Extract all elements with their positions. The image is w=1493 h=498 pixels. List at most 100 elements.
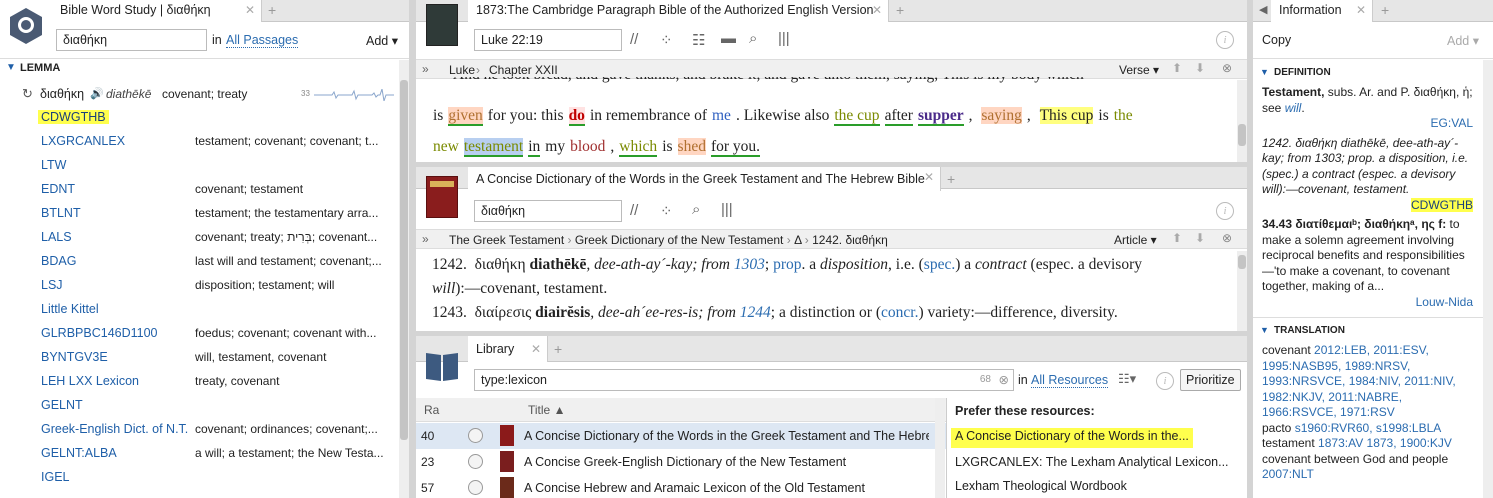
tab-information[interactable]: Information ✕ (1271, 0, 1373, 22)
lemma-resource-row[interactable]: GLRBPBC146D1100 foedus; covenant; covenan… (0, 322, 398, 346)
resource-abbrev[interactable]: BYNTGV3E (41, 350, 108, 364)
bible-word[interactable]: is (433, 107, 443, 124)
search-icon[interactable]: ⌕ (749, 30, 757, 47)
speaker-icon[interactable]: 🔊 (90, 87, 104, 100)
tab-library[interactable]: Library ✕ (468, 336, 548, 362)
resource-abbrev[interactable]: LSJ (41, 278, 63, 292)
resource-abbrev[interactable]: LEH LXX Lexicon (41, 374, 139, 388)
abbr-link-concr[interactable]: concr. (881, 304, 918, 321)
lemma-resource-row[interactable]: EDNT covenant; testament (0, 178, 398, 202)
prioritize-button[interactable]: Prioritize (1180, 369, 1241, 391)
passages-dropdown[interactable]: All Passages (226, 33, 299, 48)
expand-icon[interactable]: » (422, 62, 429, 76)
bible-word[interactable]: given (448, 107, 483, 126)
expand-icon[interactable]: » (422, 232, 429, 246)
up-arrow-icon[interactable]: ⬆ (1172, 61, 1182, 75)
lemma-resource-row[interactable]: GELNT (0, 394, 398, 418)
resource-abbrev[interactable]: Little Kittel (41, 302, 99, 316)
bible-word[interactable]: blood (570, 138, 605, 155)
resource-abbrev[interactable]: Greek-English Dict. of N.T. (41, 422, 188, 436)
lemma-resource-row[interactable]: BDAG last will and testament; covenant;..… (0, 250, 398, 274)
def-source-egval[interactable]: EG:VAL (1431, 116, 1473, 130)
bible-word[interactable]: is (662, 138, 672, 155)
visual-filters-icon[interactable]: ⁘ (660, 202, 673, 220)
add-dropdown[interactable]: Add ▾ (366, 33, 398, 48)
abbr-link-prop[interactable]: prop (773, 256, 801, 273)
lemma-resource-row[interactable]: LEH LXX Lexicon treaty, covenant (0, 370, 398, 394)
bible-word[interactable]: the (1114, 107, 1133, 124)
close-icon[interactable]: ✕ (924, 170, 934, 184)
up-arrow-icon[interactable]: ⬆ (1172, 231, 1182, 245)
tab-bible[interactable]: 1873:The Cambridge Paragraph Bible of th… (468, 0, 889, 22)
word-study-input[interactable]: διαθήκη (56, 29, 207, 51)
clear-icon[interactable]: ⊗ (999, 372, 1009, 387)
close-icon[interactable]: ⊗ (1222, 61, 1232, 75)
lemma-resource-row[interactable]: BYNTGV3E will, testament, covenant (0, 346, 398, 370)
panel-menu-icon[interactable]: ▬ (721, 30, 736, 47)
refresh-icon[interactable]: ↻ (22, 86, 33, 102)
layout-icon[interactable]: ☷ (692, 31, 705, 49)
library-row[interactable]: 57 A Concise Hebrew and Aramaic Lexicon o… (416, 475, 946, 498)
priority-radio[interactable] (468, 454, 483, 469)
def-link-will[interactable]: will (1285, 101, 1302, 115)
bible-word[interactable]: saying (981, 107, 1022, 124)
lemma-resource-row[interactable]: BTLNT testament; the testamentary arra... (0, 202, 398, 226)
def-source-louwnida[interactable]: Louw-Nida (1416, 295, 1473, 309)
row-title[interactable]: A Concise Greek-English Dictionary of th… (524, 455, 929, 469)
bible-word[interactable]: , (610, 138, 614, 155)
dictionary-input[interactable]: διαθήκη (474, 200, 622, 222)
priority-radio[interactable] (468, 480, 483, 495)
bible-word[interactable]: in (528, 138, 541, 157)
library-row[interactable]: 23 A Concise Greek-English Dictionary of … (416, 449, 946, 475)
info-icon[interactable]: i (1216, 31, 1234, 49)
translation-refs[interactable]: 1873:AV 1873, 1900:KJV (1318, 436, 1452, 450)
priority-radio[interactable] (468, 428, 483, 443)
add-tab-icon[interactable]: + (554, 341, 562, 357)
column-title[interactable]: Title ▲ (528, 403, 565, 417)
lemma-resource-row[interactable]: LALS covenant; treaty; בְּרִית; covenant.… (0, 226, 398, 250)
resource-abbrev[interactable]: GELNT (41, 398, 83, 412)
tab-word-study[interactable]: Bible Word Study | διαθήκη ✕ (52, 0, 262, 22)
down-arrow-icon[interactable]: ⬇ (1195, 61, 1205, 75)
resource-abbrev[interactable]: EDNT (41, 182, 75, 196)
lemma-greek[interactable]: διαθήκη (40, 87, 84, 101)
resource-abbrev[interactable]: GELNT:ALBA (41, 446, 117, 460)
add-tab-icon[interactable]: + (268, 2, 276, 18)
parallel-icon[interactable]: // (630, 31, 638, 48)
bible-word[interactable]: which (619, 138, 658, 157)
information-scrollbar[interactable] (1483, 60, 1493, 498)
library-row[interactable]: 40 A Concise Dictionary of the Words in t… (416, 423, 946, 449)
word-study-scroll-thumb[interactable] (400, 80, 408, 440)
bible-word[interactable]: shed (677, 138, 706, 155)
translation-refs[interactable]: 2007:NLT (1262, 467, 1314, 481)
resource-abbrev[interactable]: IGEL (41, 470, 70, 484)
def-source-cdwgthb[interactable]: CDWGTHB (1411, 197, 1473, 212)
lemma-resource-row[interactable]: Little Kittel (0, 298, 398, 322)
search-icon[interactable]: ⌕ (692, 201, 700, 218)
bible-word[interactable]: in remembrance of (590, 107, 707, 124)
lemma-resource-row[interactable]: GELNT:ALBA a will; a testament; the New T… (0, 442, 398, 466)
bible-word[interactable]: new (433, 138, 459, 155)
prefer-item[interactable]: LXGRCANLEX: The Lexham Analytical Lexico… (951, 452, 1241, 476)
bible-word[interactable]: do (568, 107, 585, 126)
lemma-resource-row[interactable]: IGEL (0, 466, 398, 490)
view-mode-icon[interactable]: ☷▾ (1118, 371, 1136, 387)
resource-abbrev[interactable]: CDWGTHB (38, 110, 109, 124)
prefer-item[interactable]: Lexham Theological Wordbook (951, 476, 1241, 498)
bible-word[interactable]: , (969, 107, 977, 124)
columns-icon[interactable]: ||| (778, 30, 790, 47)
row-title[interactable]: A Concise Hebrew and Aramaic Lexicon of … (524, 481, 929, 495)
copy-button[interactable]: Copy (1262, 33, 1291, 47)
translation-refs[interactable]: s1960:RVR60, s1998:LBLA (1295, 421, 1442, 435)
breadcrumb-item[interactable]: 1242. διαθήκη (812, 233, 888, 247)
tab-dictionary[interactable]: A Concise Dictionary of the Words in the… (468, 167, 941, 191)
parallel-icon[interactable]: // (630, 202, 638, 219)
lemma-resource-row[interactable]: LXGRCANLEX testament; covenant; covenant;… (0, 130, 398, 154)
resource-abbrev[interactable]: LTW (41, 158, 66, 172)
library-search-input[interactable]: type:lexicon 68 ⊗ (474, 369, 1014, 391)
breadcrumb-item[interactable]: Greek Dictionary of the New Testament (575, 233, 784, 247)
article-dropdown[interactable]: Article ▾ (1114, 233, 1157, 247)
resource-abbrev[interactable]: GLRBPBC146D1100 (41, 326, 158, 340)
columns-icon[interactable]: ||| (721, 201, 733, 218)
bible-scroll-thumb[interactable] (1238, 124, 1246, 146)
